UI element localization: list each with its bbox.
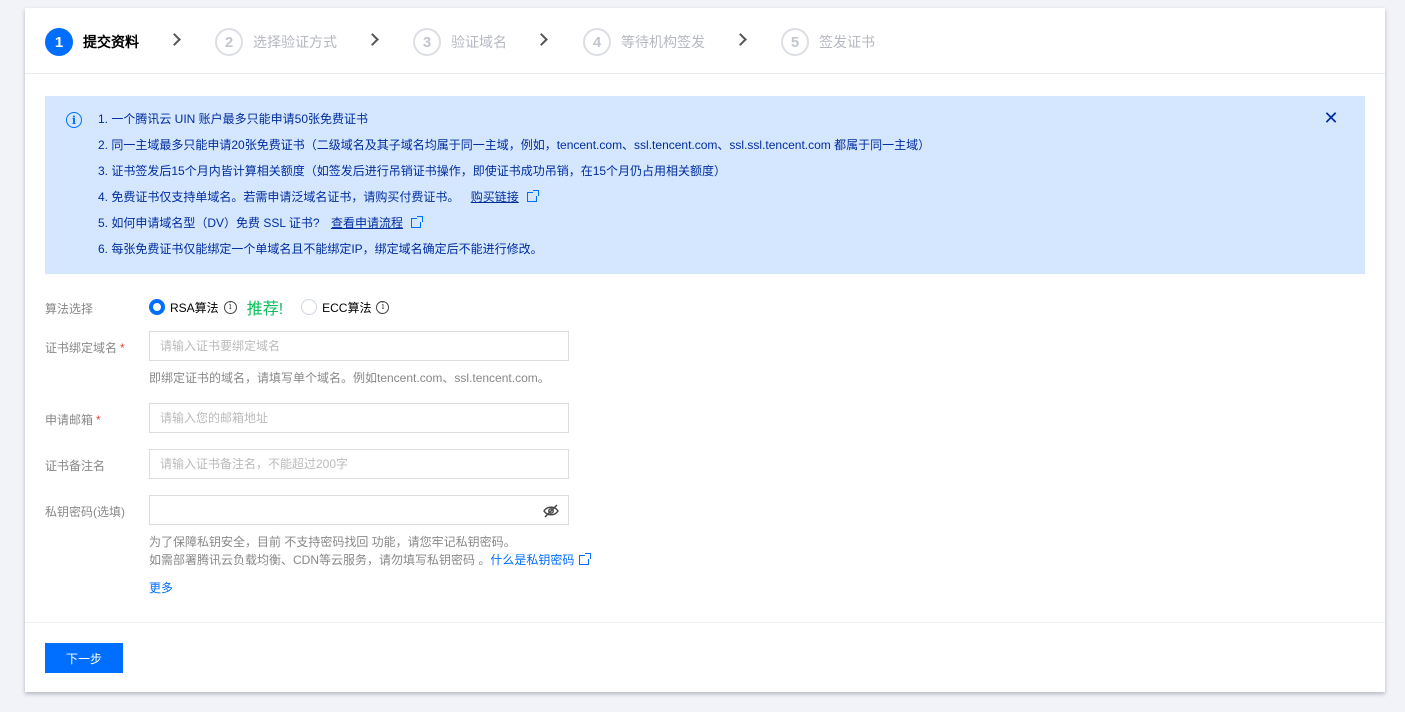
chevron-right-icon: [535, 33, 548, 46]
notice-line-3: 3. 证书签发后15个月内皆计算相关额度（如签发后进行吊销证书操作，即使证书成功…: [98, 164, 727, 178]
step-2-label: 选择验证方式: [253, 34, 337, 50]
remark-label: 证书备注名: [45, 459, 106, 473]
algo-radio-group: RSA算法 i 推荐! ECC算法 i: [149, 297, 390, 318]
remark-input[interactable]: [149, 449, 569, 479]
apply-process-link[interactable]: 查看申请流程: [331, 216, 403, 230]
rsa-info-icon[interactable]: i: [223, 300, 237, 314]
step-1-label: 提交资料: [83, 34, 139, 50]
chevron-right-icon: [366, 33, 379, 46]
step-5: 5 签发证书: [781, 28, 875, 56]
key-hint-2: 如需部署腾讯云负载均衡、CDN等云服务，请勿填写私钥密码 。什么是私钥密码: [149, 551, 592, 569]
email-label-text: 申请邮箱: [45, 413, 94, 427]
external-link-icon[interactable]: [411, 216, 424, 228]
step-4-number: 4: [583, 28, 611, 56]
chevron-right-icon: [168, 33, 181, 46]
notice-line-4-text: 4. 免费证书仅支持单域名。若需申请泛域名证书，请购买付费证书。: [98, 190, 460, 204]
notice-line-4: 4. 免费证书仅支持单域名。若需申请泛域名证书，请购买付费证书。 购买链接: [98, 186, 1365, 212]
key-password-label: 私钥密码(选填): [45, 505, 125, 519]
next-step-button[interactable]: 下一步: [45, 643, 123, 673]
what-is-key-password-link[interactable]: 什么是私钥密码: [490, 553, 574, 567]
key-password-input[interactable]: [149, 495, 569, 525]
notice-line-2: 2. 同一主域最多只能申请20张免费证书（二级域名及其子域名均属于同一主域，例如…: [98, 138, 931, 152]
recommend-badge: 推荐!: [246, 301, 284, 318]
domain-label: 证书绑定域名 *: [45, 339, 125, 356]
key-hint-1: 为了保障私钥安全，目前 不支持密码找回 功能，请您牢记私钥密码。: [149, 535, 516, 549]
chevron-right-icon: [734, 33, 747, 46]
step-4-label: 等待机构签发: [621, 34, 705, 50]
external-link-icon[interactable]: [579, 553, 592, 565]
domain-input[interactable]: [149, 331, 569, 361]
ecc-radio[interactable]: [301, 299, 318, 315]
step-2-number: 2: [215, 28, 243, 56]
ecc-radio-label[interactable]: ECC算法: [322, 299, 371, 316]
step-5-number: 5: [781, 28, 809, 56]
apply-certificate-card: 1 提交资料 2 选择验证方式 3 验证域名 4 等待机构签发 5 签发证书 i…: [25, 8, 1385, 692]
notice-line-5-text: 5. 如何申请域名型（DV）免费 SSL 证书?: [98, 216, 320, 230]
algo-label: 算法选择: [45, 302, 94, 316]
rsa-radio[interactable]: [149, 299, 165, 315]
info-icon: i: [66, 112, 82, 128]
required-mark: *: [96, 413, 101, 427]
key-hint-2-text: 如需部署腾讯云负载均衡、CDN等云服务，请勿填写私钥密码 。: [149, 553, 491, 567]
step-4: 4 等待机构签发: [583, 28, 705, 56]
footer-divider: [25, 622, 1385, 623]
close-icon[interactable]: ✕: [1323, 109, 1339, 127]
domain-label-text: 证书绑定域名: [45, 341, 118, 355]
step-1-number: 1: [45, 28, 73, 56]
step-1: 1 提交资料: [45, 28, 139, 56]
notice-line-1: 1. 一个腾讯云 UIN 账户最多只能申请50张免费证书: [98, 112, 369, 126]
step-5-label: 签发证书: [819, 34, 875, 50]
email-input[interactable]: [149, 403, 569, 433]
step-3-number: 3: [413, 28, 441, 56]
more-link[interactable]: 更多: [149, 579, 173, 596]
notice-line-6: 6. 每张免费证书仅能绑定一个单域名且不能绑定IP，绑定域名确定后不能进行修改。: [98, 242, 543, 256]
domain-hint: 即绑定证书的域名，请填写单个域名。例如tencent.com、ssl.tence…: [149, 371, 550, 385]
notice-line-5: 5. 如何申请域名型（DV）免费 SSL 证书? 查看申请流程: [98, 212, 1365, 238]
ecc-info-icon[interactable]: i: [376, 300, 390, 314]
email-label: 申请邮箱 *: [45, 411, 101, 428]
eye-hidden-icon[interactable]: [543, 504, 559, 518]
buy-link[interactable]: 购买链接: [471, 190, 519, 204]
notice-banner: i ✕ 1. 一个腾讯云 UIN 账户最多只能申请50张免费证书 2. 同一主域…: [45, 96, 1365, 274]
step-3: 3 验证域名: [413, 28, 507, 56]
external-link-icon[interactable]: [527, 190, 540, 202]
required-mark: *: [120, 341, 125, 355]
step-2: 2 选择验证方式: [215, 28, 337, 56]
rsa-radio-label[interactable]: RSA算法: [170, 299, 219, 316]
step-3-label: 验证域名: [451, 34, 507, 50]
steps-bar: 1 提交资料 2 选择验证方式 3 验证域名 4 等待机构签发 5 签发证书: [25, 8, 1385, 74]
